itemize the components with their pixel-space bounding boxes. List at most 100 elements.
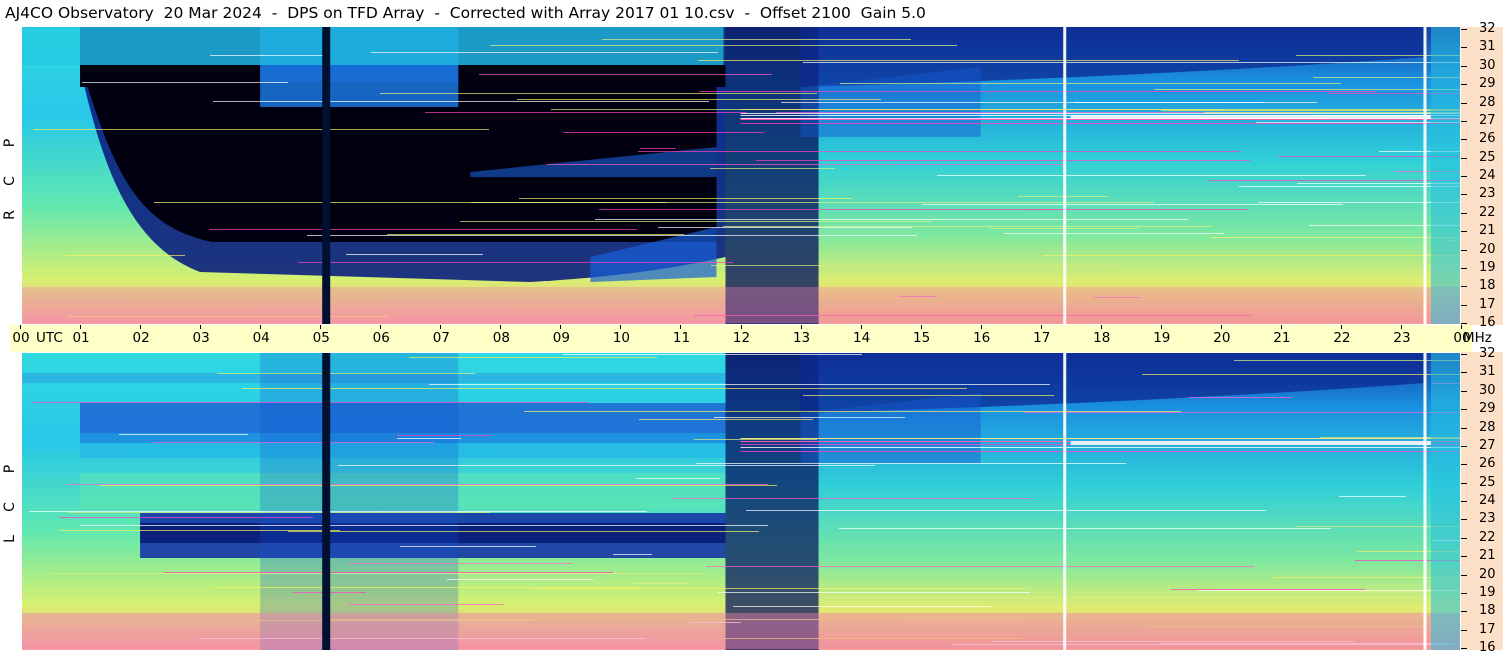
interference-line [59, 517, 313, 518]
freq-tick-mark [1461, 304, 1467, 306]
chart-title: AJ4CO Observatory 20 Mar 2024 - DPS on T… [5, 4, 926, 22]
interference-line [756, 160, 1250, 161]
interference-line [1142, 374, 1460, 375]
interference-line [1256, 122, 1460, 123]
time-tick-mark [440, 325, 442, 329]
frequency-axis-top: 32 31 30 29 28 27 26 25 24 23 22 21 20 19 18 17 16 [1461, 22, 1503, 330]
interference-line [699, 91, 1376, 92]
vertical-spike [1423, 353, 1427, 650]
time-tick-mark [680, 325, 682, 329]
time-tick-mark [1220, 325, 1222, 329]
interference-band [1070, 115, 1431, 119]
time-tick-mark [980, 325, 982, 329]
freq-tick-mark [1461, 84, 1467, 86]
time-tick-mark [380, 325, 382, 329]
interference-line [1210, 237, 1460, 238]
freq-tick-label: 29 [1479, 76, 1496, 92]
freq-tick-mark [1461, 537, 1467, 539]
interference-line [82, 82, 288, 83]
freq-tick-label: 29 [1479, 401, 1496, 417]
interference-line [1043, 255, 1460, 256]
interference-line [718, 592, 1030, 593]
interference-line [714, 417, 905, 418]
pol-letter: P [2, 464, 18, 474]
time-tick-mark [620, 325, 622, 329]
interference-line [213, 101, 709, 102]
freq-tick-label: 31 [1479, 39, 1496, 55]
freq-tick-label: 27 [1479, 437, 1496, 453]
freq-tick-mark [1461, 286, 1467, 288]
freq-tick-label: 32 [1479, 21, 1496, 36]
freq-tick-mark [1461, 648, 1467, 649]
time-tick-label: 05 [312, 330, 330, 346]
freq-tick-label: 30 [1479, 57, 1496, 73]
interference-line [409, 357, 657, 358]
spectrogram-lcp-svg [22, 353, 1460, 650]
time-tick-mark [320, 325, 322, 329]
interference-line [517, 99, 881, 100]
freq-tick-mark [1461, 372, 1467, 374]
freq-tick-label: 19 [1479, 584, 1496, 600]
freq-tick-mark [1461, 354, 1467, 355]
freq-tick-mark [1461, 464, 1467, 466]
time-tick-mark [860, 325, 862, 329]
interference-line [67, 512, 490, 513]
vertical-spike [1423, 27, 1427, 324]
freq-tick-label: 32 [1479, 346, 1496, 361]
time-tick-label: 19 [1153, 330, 1171, 346]
time-tick-mark [800, 325, 802, 329]
freq-tick-mark [1461, 157, 1467, 159]
interference-line [164, 572, 613, 573]
time-tick-mark [740, 325, 742, 329]
interference-line [706, 566, 1254, 567]
interference-line [119, 434, 248, 435]
interference-line [425, 112, 747, 113]
interference-line [490, 45, 957, 46]
freq-tick-mark [1461, 574, 1467, 576]
time-tick-label: 20 [1213, 330, 1231, 346]
interference-line [746, 510, 1266, 511]
low-frequency-band [22, 287, 1460, 323]
interference-line [51, 573, 704, 574]
interference-line [563, 354, 862, 355]
interference-line [1189, 397, 1292, 398]
freq-tick-mark [1461, 65, 1467, 67]
freq-tick-label: 26 [1479, 456, 1496, 472]
low-frequency-band [22, 613, 1460, 649]
freq-tick-mark [1461, 409, 1467, 411]
interference-line [471, 202, 1154, 203]
interference-line [696, 463, 1126, 464]
polarization-label-bottom: L C P [0, 353, 22, 650]
time-tick-label: 03 [192, 330, 210, 346]
time-tick-mark [1160, 325, 1162, 329]
interference-line [33, 129, 489, 130]
spectrogram-rcp[interactable] [22, 27, 1460, 324]
time-tick-label: 04 [252, 330, 270, 346]
interference-line [387, 234, 684, 235]
interference-line [636, 478, 720, 479]
interference-line [602, 39, 911, 40]
pol-letter: R [2, 210, 18, 220]
interference-band [1070, 441, 1431, 445]
interference-line [209, 229, 637, 230]
time-tick-mark [500, 325, 502, 329]
freq-tick-label: 22 [1479, 204, 1496, 220]
freq-tick-label: 16 [1479, 640, 1496, 655]
night-band [458, 65, 726, 87]
spectrogram-lcp[interactable] [22, 353, 1460, 650]
freq-tick-mark [1461, 556, 1467, 558]
interference-line [824, 597, 1460, 598]
interference-line [400, 546, 536, 547]
night-band [80, 65, 261, 87]
interference-line [803, 395, 1054, 396]
interference-line [429, 384, 1050, 385]
time-tick-label: 17 [1033, 330, 1051, 346]
freq-tick-label: 30 [1479, 382, 1496, 398]
freq-tick-label: 18 [1479, 603, 1496, 619]
time-tick-mark [80, 325, 82, 329]
time-tick-label: 22 [1333, 330, 1351, 346]
interference-line [1204, 112, 1460, 113]
time-tick-label: 00 [12, 330, 30, 346]
freq-tick-mark [1461, 231, 1467, 233]
interference-line [733, 606, 991, 607]
